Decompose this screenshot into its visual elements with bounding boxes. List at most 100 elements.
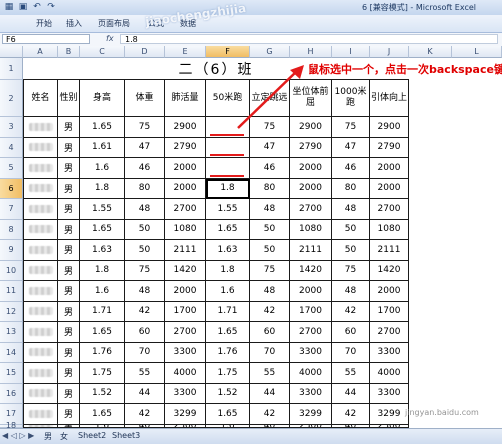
table-cell-jump[interactable]: 55 (250, 363, 290, 384)
table-cell-jump[interactable]: 50 (250, 219, 290, 240)
column-header-h[interactable]: H (290, 46, 332, 58)
table-cell-run1000[interactable]: 70 (332, 342, 370, 363)
row-header-7[interactable]: 7 (0, 199, 23, 220)
table-cell-flex[interactable]: 2700 (290, 199, 332, 220)
excel-logo-icon[interactable]: ▦ (4, 2, 14, 12)
table-header-cell[interactable]: 肺活量 (165, 80, 206, 117)
table-cell-weight[interactable]: 44 (125, 383, 165, 404)
table-cell-pull[interactable]: 2700 (370, 322, 409, 343)
table-cell-pull[interactable]: 3300 (370, 383, 409, 404)
table-cell-flex[interactable]: 2000 (290, 158, 332, 179)
table-cell-height[interactable]: 1.6 (80, 158, 125, 179)
table-cell-run1000[interactable]: 48 (332, 199, 370, 220)
table-cell-run1000[interactable]: 80 (332, 178, 370, 199)
table-cell-flex[interactable]: 3300 (290, 342, 332, 363)
table-cell-run1000[interactable]: 60 (332, 322, 370, 343)
row-header-9[interactable]: 9 (0, 240, 23, 261)
table-cell-gender[interactable]: 男 (58, 178, 80, 199)
fx-icon[interactable]: fx (106, 34, 114, 43)
table-cell-weight[interactable]: 46 (125, 158, 165, 179)
column-header-k[interactable]: K (409, 46, 452, 58)
table-cell-jump[interactable]: 42 (250, 404, 290, 425)
tab-home[interactable]: 开始 (36, 18, 52, 29)
table-cell-pull[interactable]: 2790 (370, 137, 409, 158)
table-cell-lung[interactable]: 2000 (165, 178, 206, 199)
table-cell-jump[interactable]: 70 (250, 342, 290, 363)
table-cell-run1000[interactable]: 44 (332, 383, 370, 404)
column-header-a[interactable]: A (23, 46, 58, 58)
table-cell-run1000[interactable]: 50 (332, 219, 370, 240)
table-cell-run50[interactable]: 1.65 (206, 322, 250, 343)
table-cell-jump[interactable]: 42 (250, 301, 290, 322)
table-cell-run50[interactable]: 1.55 (206, 199, 250, 220)
table-cell-pull[interactable]: 4000 (370, 363, 409, 384)
table-header-cell[interactable]: 1000米跑 (332, 80, 370, 117)
table-cell-height[interactable]: 1.8 (80, 178, 125, 199)
sheet-tab-male[interactable]: 男 (44, 431, 52, 442)
table-cell-pull[interactable]: 3299 (370, 404, 409, 425)
table-cell-gender[interactable]: 男 (58, 301, 80, 322)
sheet-tab-sheet2[interactable]: Sheet2 (78, 431, 106, 440)
table-cell-lung[interactable]: 2111 (165, 240, 206, 261)
row-header-10[interactable]: 10 (0, 260, 23, 281)
table-cell-flex[interactable]: 2700 (290, 322, 332, 343)
formula-input[interactable]: 1.8 (120, 34, 498, 44)
row-header-3[interactable]: 3 (0, 117, 23, 138)
table-cell-gender[interactable]: 男 (58, 363, 80, 384)
sheet-tab-female[interactable]: 女 (60, 431, 68, 442)
table-cell-pull[interactable]: 3300 (370, 342, 409, 363)
table-cell-run50[interactable]: 1.71 (206, 301, 250, 322)
table-cell-weight[interactable]: 80 (125, 178, 165, 199)
table-cell-jump[interactable]: 48 (250, 199, 290, 220)
redo-icon[interactable]: ↷ (46, 2, 56, 12)
name-cell[interactable] (23, 404, 58, 425)
table-header-cell[interactable]: 引体向上 (370, 80, 409, 117)
table-cell-flex[interactable]: 2790 (290, 137, 332, 158)
table-cell-pull[interactable]: 2000 (370, 178, 409, 199)
table-cell-weight[interactable]: 48 (125, 281, 165, 302)
table-cell-height[interactable]: 1.65 (80, 117, 125, 138)
row-header-12[interactable]: 12 (0, 301, 23, 322)
table-cell-jump[interactable]: 46 (250, 158, 290, 179)
table-cell-flex[interactable]: 3300 (290, 383, 332, 404)
table-cell-weight[interactable]: 75 (125, 117, 165, 138)
table-cell-run50[interactable]: 1.75 (206, 363, 250, 384)
table-cell-weight[interactable]: 55 (125, 363, 165, 384)
table-cell-height[interactable]: 1.55 (80, 199, 125, 220)
name-cell[interactable] (23, 383, 58, 404)
table-cell-run1000[interactable]: 75 (332, 117, 370, 138)
row-header-4[interactable]: 4 (0, 137, 23, 158)
table-cell-gender[interactable]: 男 (58, 342, 80, 363)
table-cell-run1000[interactable]: 48 (332, 281, 370, 302)
table-cell-pull[interactable]: 2000 (370, 281, 409, 302)
table-cell-weight[interactable]: 70 (125, 342, 165, 363)
table-header-cell[interactable]: 性别 (58, 80, 80, 117)
row-header-16[interactable]: 16 (0, 383, 23, 404)
table-cell-lung[interactable]: 2900 (165, 117, 206, 138)
table-cell-weight[interactable]: 42 (125, 404, 165, 425)
table-cell-weight[interactable]: 75 (125, 260, 165, 281)
table-cell-height[interactable]: 1.61 (80, 137, 125, 158)
column-header-b[interactable]: B (58, 46, 80, 58)
table-cell-lung[interactable]: 3300 (165, 342, 206, 363)
table-cell-lung[interactable]: 3300 (165, 383, 206, 404)
table-cell-flex[interactable]: 1420 (290, 260, 332, 281)
table-cell-pull[interactable]: 1080 (370, 219, 409, 240)
table-cell-lung[interactable]: 2700 (165, 322, 206, 343)
table-cell-weight[interactable]: 47 (125, 137, 165, 158)
column-header-j[interactable]: J (370, 46, 409, 58)
table-cell-lung[interactable]: 2700 (165, 199, 206, 220)
table-cell-weight[interactable]: 50 (125, 240, 165, 261)
table-cell-lung[interactable]: 3299 (165, 404, 206, 425)
row-header-8[interactable]: 8 (0, 219, 23, 240)
name-cell[interactable] (23, 322, 58, 343)
select-all-corner[interactable] (0, 46, 23, 58)
row-header-6[interactable]: 6 (0, 178, 23, 199)
row-header-11[interactable]: 11 (0, 281, 23, 302)
table-cell-gender[interactable]: 男 (58, 240, 80, 261)
table-cell-run50[interactable]: 1.52 (206, 383, 250, 404)
table-cell-lung[interactable]: 2000 (165, 158, 206, 179)
table-cell-lung[interactable]: 4000 (165, 363, 206, 384)
table-cell-gender[interactable]: 男 (58, 158, 80, 179)
name-cell[interactable] (23, 178, 58, 199)
